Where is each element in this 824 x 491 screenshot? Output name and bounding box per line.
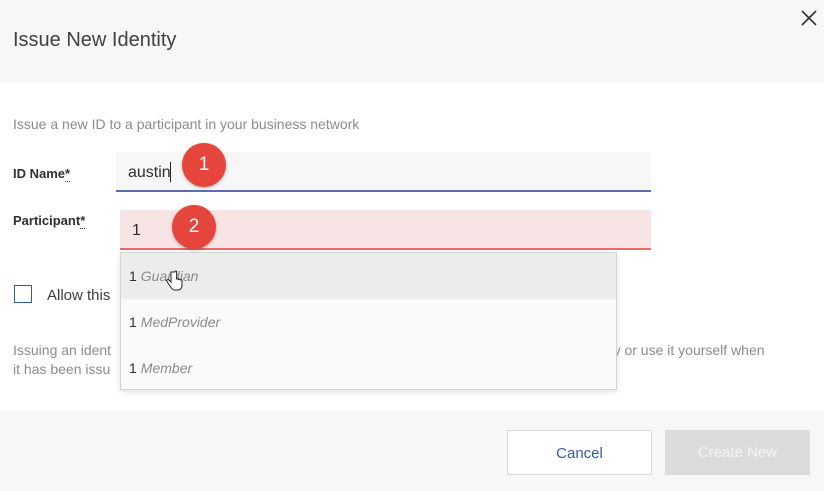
allow-checkbox-label: Allow this — [47, 287, 111, 304]
note-line-2: it has been issu — [13, 361, 111, 377]
participant-value: 1 — [132, 222, 141, 239]
cancel-button[interactable]: Cancel — [507, 430, 652, 475]
dropdown-item-member[interactable]: 1 Member — [121, 345, 616, 391]
note-line-1-end: ody or use it yourself when — [598, 342, 765, 358]
dropdown-item-medprovider[interactable]: 1 MedProvider — [121, 299, 616, 345]
participant-label: Participant* — [13, 213, 86, 229]
hand-cursor-icon — [166, 270, 183, 291]
allow-checkbox[interactable] — [14, 285, 32, 303]
create-new-button[interactable]: Create New — [665, 430, 810, 475]
id-name-value: austin — [128, 164, 171, 181]
text-caret — [170, 162, 171, 182]
dialog-title: Issue New Identity — [13, 29, 177, 51]
participant-dropdown: 1 Guardian 1 MedProvider 1 Member — [120, 252, 617, 390]
step-badge-2: 2 — [172, 205, 216, 249]
close-icon[interactable] — [799, 8, 819, 28]
step-badge-1: 1 — [182, 143, 226, 187]
dialog-intro: Issue a new ID to a participant in your … — [13, 116, 360, 132]
dropdown-item-guardian[interactable]: 1 Guardian — [121, 253, 616, 299]
id-name-label: ID Name* — [13, 166, 71, 182]
note-line-1-start: Issuing an ident — [13, 342, 112, 358]
